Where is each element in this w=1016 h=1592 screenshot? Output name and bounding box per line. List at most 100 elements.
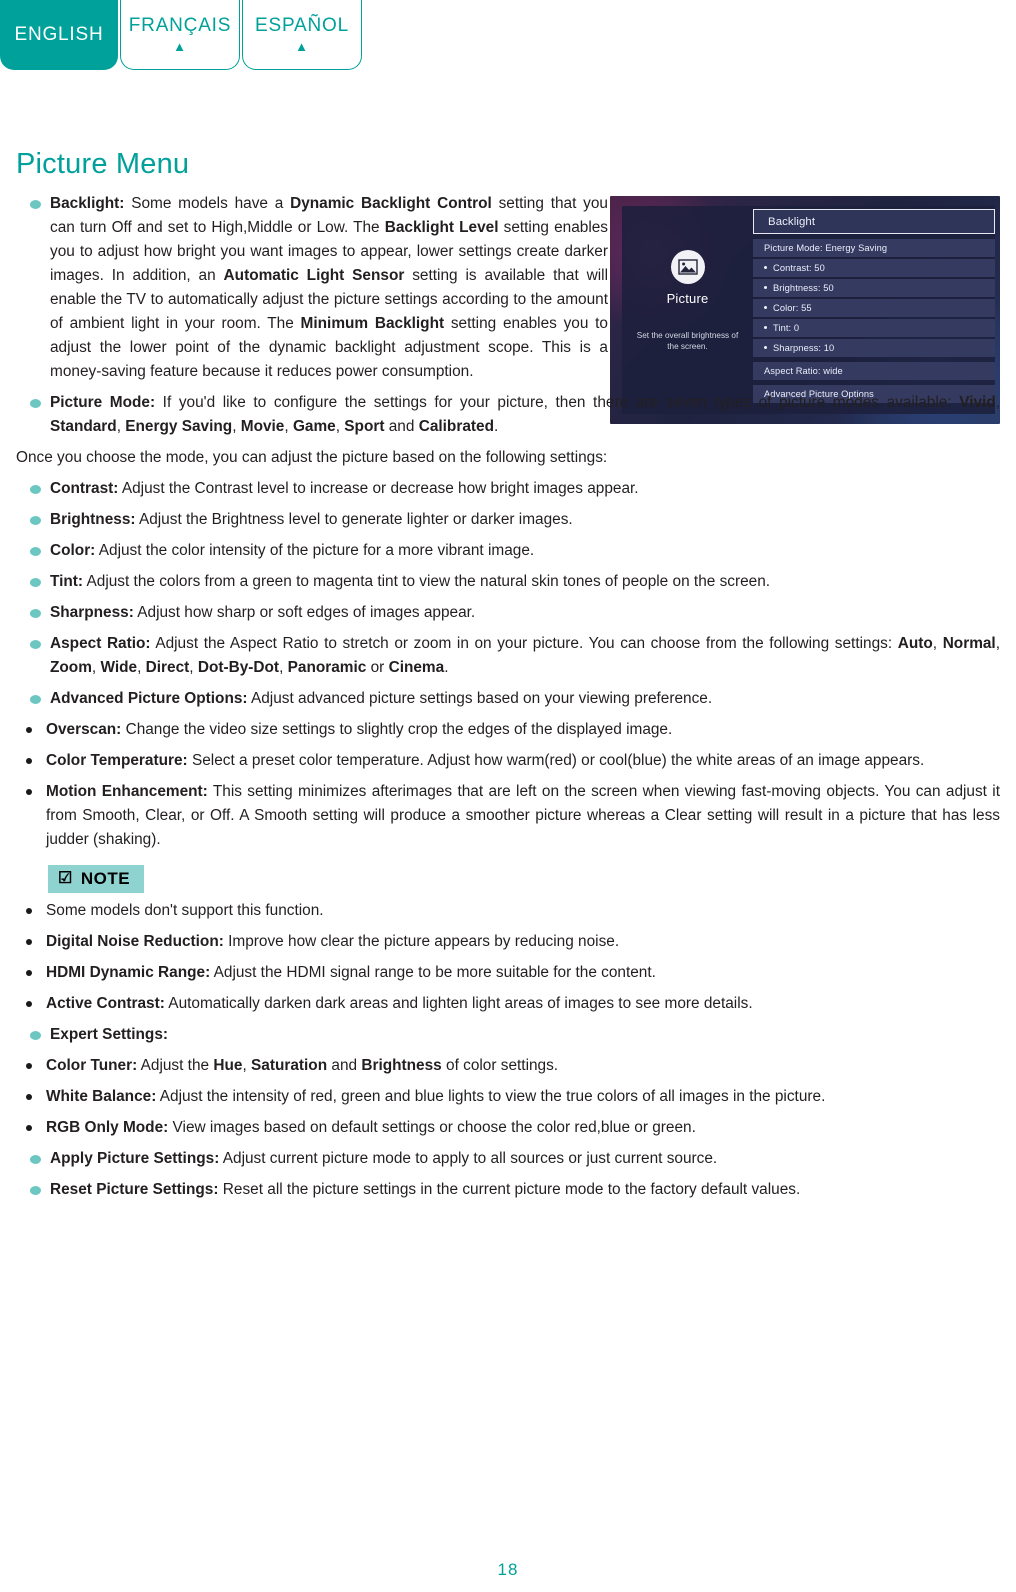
list-item-rgb-only-mode: RGB Only Mode: View images based on defa… (16, 1116, 1000, 1140)
term-aspect-ratio: Aspect Ratio: (50, 635, 151, 652)
text: . (493, 418, 499, 435)
list-item-note: Some models don't support this function. (16, 899, 1000, 923)
text: Improve how clear the picture appears by… (223, 933, 620, 950)
term-minimum-backlight: Minimum Backlight (300, 315, 445, 332)
list-item-tint: Tint: Adjust the colors from a green to … (16, 570, 1000, 594)
term-expert-settings: Expert Settings: (50, 1026, 169, 1043)
expert-settings-list: Expert Settings: (16, 1023, 1000, 1047)
option-normal: Normal (942, 635, 996, 652)
option-wide: Wide (100, 659, 138, 676)
list-item-apply-picture-settings: Apply Picture Settings: Adjust current p… (16, 1147, 1000, 1171)
term-active-contrast: Active Contrast: (46, 995, 165, 1012)
checkbox-check-icon: ☑ (58, 870, 73, 887)
term-reset-picture-settings: Reset Picture Settings: (50, 1181, 219, 1198)
term-automatic-light-sensor: Automatic Light Sensor (223, 267, 405, 284)
text: Adjust how sharp or soft edges of images… (133, 604, 476, 621)
tab-francais[interactable]: FRANÇAIS ▲ (120, 0, 240, 70)
list-item-color-temperature: Color Temperature: Select a preset color… (16, 749, 1000, 773)
tab-espanol[interactable]: ESPAÑOL ▲ (242, 0, 362, 70)
text: Change the video size settings to slight… (121, 721, 673, 738)
list-item-reset-picture-settings: Reset Picture Settings: Reset all the pi… (16, 1178, 1000, 1202)
text: or (366, 659, 389, 676)
text: Adjust the (137, 1057, 214, 1074)
tab-francais-label: FRANÇAIS (128, 15, 232, 36)
text: . (444, 659, 449, 676)
advanced-sub-list-continued: Digital Noise Reduction: Improve how cle… (16, 930, 1000, 1016)
text: Adjust the color intensity of the pictur… (95, 542, 535, 559)
option-panoramic: Panoramic (287, 659, 367, 676)
text: Adjust current picture mode to apply to … (219, 1150, 718, 1167)
tab-english[interactable]: ENGLISH (0, 0, 118, 70)
text: Adjust the HDMI signal range to be more … (210, 964, 656, 981)
mode-standard: Standard (50, 418, 117, 435)
mode-sport: Sport (344, 418, 385, 435)
tab-english-label: ENGLISH (14, 23, 104, 45)
term-picture-mode: Picture Mode: (50, 394, 156, 411)
text: Adjust the Contrast level to increase or… (118, 480, 639, 497)
list-item-contrast: Contrast: Adjust the Contrast level to i… (16, 477, 1000, 501)
term-tint: Tint: (50, 573, 84, 590)
option-cinema: Cinema (388, 659, 445, 676)
list-item-brightness: Brightness: Adjust the Brightness level … (16, 508, 1000, 532)
tab-espanol-label: ESPAÑOL (255, 15, 349, 36)
option-auto: Auto (897, 635, 933, 652)
mode-energy-saving: Energy Saving (125, 418, 233, 435)
page-number: 18 (497, 1560, 519, 1579)
text: and (327, 1057, 362, 1074)
term-brightness: Brightness (361, 1057, 442, 1074)
term-color-temperature: Color Temperature: (46, 752, 188, 769)
option-dot-by-dot: Dot-By-Dot (197, 659, 280, 676)
list-item-overscan: Overscan: Change the video size settings… (16, 718, 1000, 742)
term-apply-picture-settings: Apply Picture Settings: (50, 1150, 220, 1167)
term-sharpness: Sharpness: (50, 604, 134, 621)
list-item-color-tuner: Color Tuner: Adjust the Hue, Saturation … (16, 1054, 1000, 1078)
text: Adjust the colors from a green to magent… (83, 573, 771, 590)
term-backlight: Backlight: (50, 195, 125, 212)
list-item-advanced-picture-options: Advanced Picture Options: Adjust advance… (16, 687, 1000, 711)
option-zoom: Zoom (50, 659, 92, 676)
term-overscan: Overscan: (46, 721, 122, 738)
term-dynamic-backlight-control: Dynamic Backlight Control (290, 195, 492, 212)
text: , (242, 1057, 251, 1074)
text: Adjust the Brightness level to generate … (135, 511, 573, 528)
list-item-aspect-ratio: Aspect Ratio: Adjust the Aspect Ratio to… (16, 632, 1000, 680)
mode-movie: Movie (240, 418, 285, 435)
advanced-sub-list: Overscan: Change the video size settings… (16, 718, 1000, 852)
note-badge: ☑ NOTE (48, 865, 145, 893)
term-hdmi-dynamic-range: HDMI Dynamic Range: (46, 964, 211, 981)
term-color: Color: (50, 542, 96, 559)
paragraph-once-you-choose: Once you choose the mode, you can adjust… (16, 449, 608, 466)
list-item-white-balance: White Balance: Adjust the intensity of r… (16, 1085, 1000, 1109)
term-digital-noise-reduction: Digital Noise Reduction: (46, 933, 224, 950)
text: View images based on default settings or… (168, 1119, 696, 1136)
text: If you'd like to configure the settings … (155, 394, 960, 411)
option-direct: Direct (145, 659, 190, 676)
note-sub-list: Some models don't support this function. (16, 899, 1000, 923)
text: Some models have a (124, 195, 291, 212)
list-item-active-contrast: Active Contrast: Automatically darken da… (16, 992, 1000, 1016)
text: Adjust the Aspect Ratio to stretch or zo… (150, 635, 898, 652)
term-motion-enhancement: Motion Enhancement: (46, 783, 208, 800)
mode-vivid: Vivid (959, 394, 996, 411)
triangle-up-icon: ▲ (173, 39, 187, 54)
term-hue: Hue (213, 1057, 243, 1074)
mode-game: Game (292, 418, 336, 435)
term-white-balance: White Balance: (46, 1088, 157, 1105)
settings-bullet-list: Contrast: Adjust the Contrast level to i… (16, 477, 1000, 711)
list-item-expert-settings: Expert Settings: (16, 1023, 1000, 1047)
page-title: Picture Menu (16, 148, 190, 180)
list-item-hdmi-dynamic-range: HDMI Dynamic Range: Adjust the HDMI sign… (16, 961, 1000, 985)
list-item-picture-mode: Picture Mode: If you'd like to configure… (16, 391, 1000, 439)
list-item-sharpness: Sharpness: Adjust how sharp or soft edge… (16, 601, 1000, 625)
manual-content: Backlight: Some models have a Dynamic Ba… (16, 192, 1000, 1209)
list-item-backlight: Backlight: Some models have a Dynamic Ba… (16, 192, 608, 384)
language-tab-bar: ENGLISH FRANÇAIS ▲ ESPAÑOL ▲ (0, 0, 1016, 72)
text: Select a preset color temperature. Adjus… (187, 752, 925, 769)
text: Automatically darken dark areas and ligh… (164, 995, 753, 1012)
triangle-up-icon: ▲ (295, 39, 309, 54)
term-brightness: Brightness: (50, 511, 136, 528)
mode-calibrated: Calibrated (418, 418, 494, 435)
term-advanced-picture-options: Advanced Picture Options: (50, 690, 248, 707)
text: Adjust the intensity of red, green and b… (156, 1088, 826, 1105)
primary-bullet-list: Backlight: Some models have a Dynamic Ba… (16, 192, 1000, 439)
